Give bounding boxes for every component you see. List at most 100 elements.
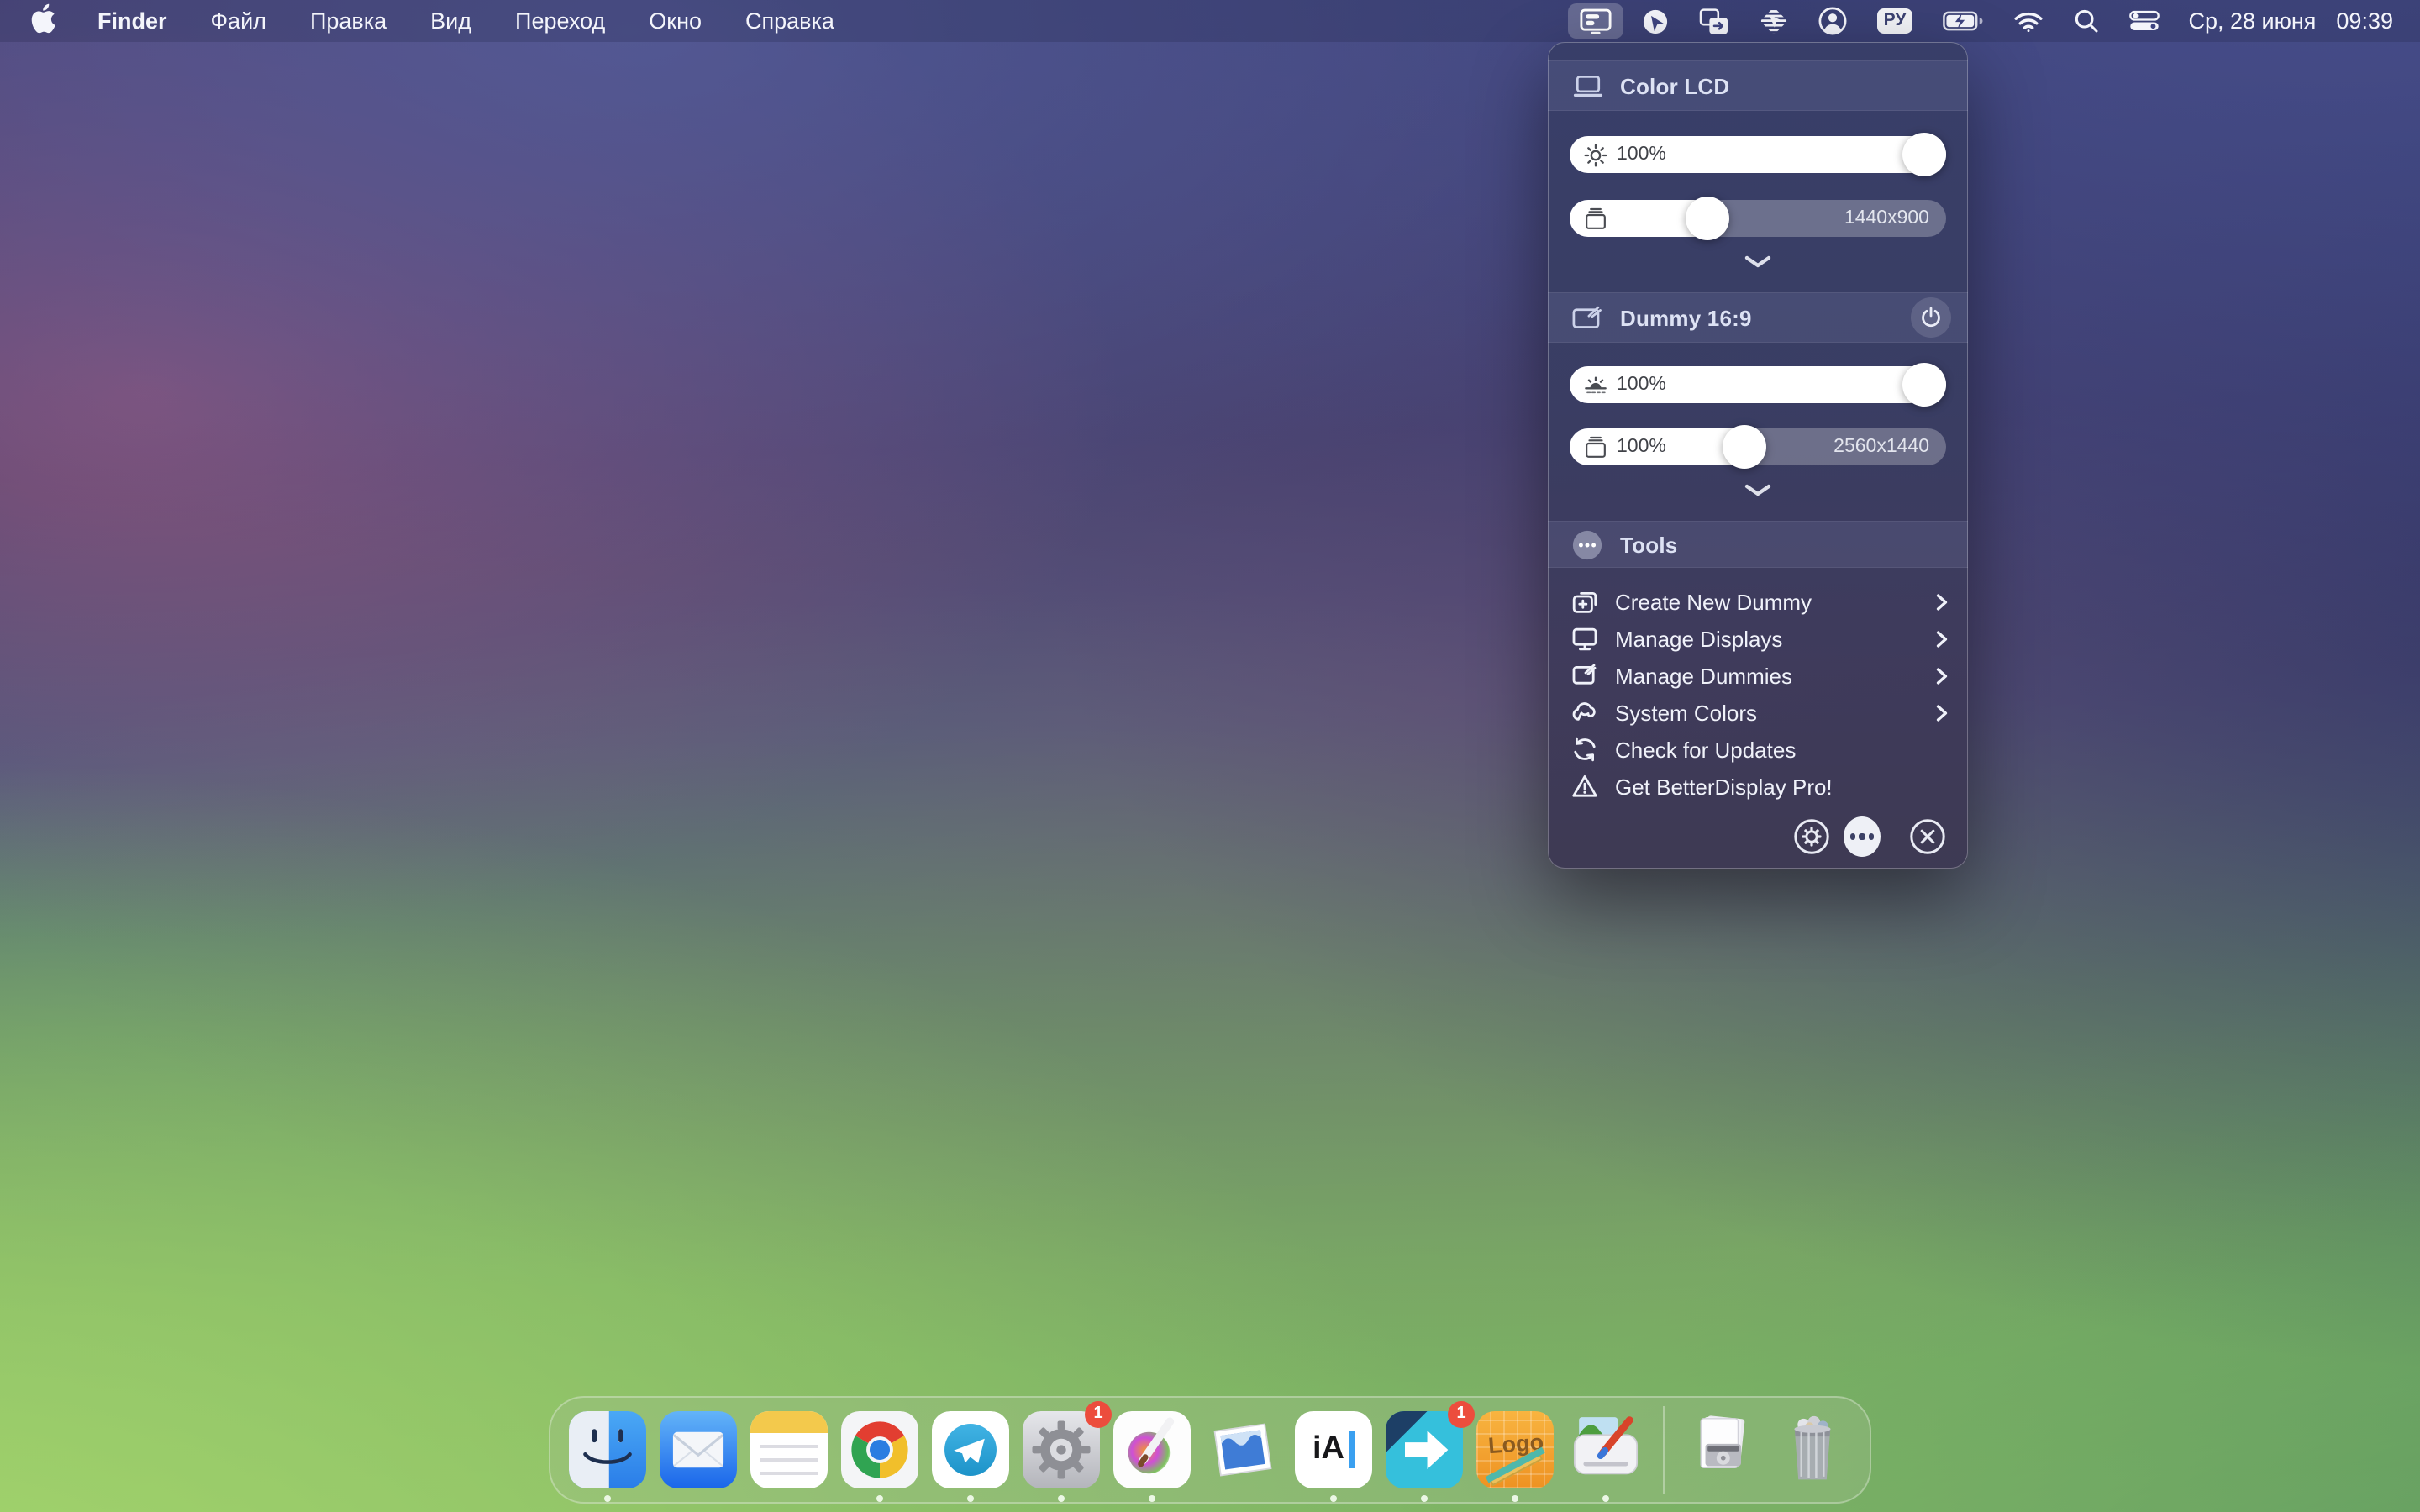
dock-item-mail[interactable] [656,1408,740,1492]
slider-knob[interactable] [1723,425,1766,469]
apple-menu[interactable] [30,0,76,42]
menubar-clock[interactable]: Ср, 28 июня 09:39 [2175,8,2403,34]
dock-item-logoist[interactable]: Logo [1473,1408,1557,1492]
dock-item-dmg-canvas[interactable] [1564,1408,1648,1492]
desktop: Finder Файл Правка Вид Переход Окно Спра… [0,0,2420,1512]
dock-item-disk-image-document[interactable] [1680,1408,1764,1492]
laptop-icon [1570,73,1605,98]
dock-item-telegram[interactable] [929,1408,1013,1492]
slider-knob[interactable] [1902,133,1946,176]
menu-app-name[interactable]: Finder [76,0,189,42]
wifi-menubar-item[interactable] [1998,0,2059,42]
manage-dummies-icon [1570,662,1600,689]
chevron-down-icon [1744,255,1771,269]
menu-item-manage-dummies[interactable]: Manage Dummies [1548,657,1968,694]
telegram-icon [932,1411,1009,1488]
running-indicator [604,1495,611,1502]
menu-edit[interactable]: Правка [288,0,408,42]
battery-menubar-item[interactable] [1928,0,1998,42]
dock-item-trash[interactable] [1770,1408,1854,1492]
dock-item-notes[interactable] [747,1408,831,1492]
close-button[interactable] [1909,818,1946,855]
system-colors-icon [1570,699,1600,726]
resolution-value: 1440x900 [1844,200,1929,237]
menubar-time: 09:39 [2336,8,2393,34]
slider-knob[interactable] [1686,197,1730,240]
apple-logo-icon [30,3,55,39]
dummy-display-icon [1570,304,1605,331]
ia-writer-logo-text: iA [1313,1431,1344,1468]
create-dummy-icon [1570,588,1600,615]
menu-item-system-colors[interactable]: System Colors [1548,694,1968,731]
dock-item-pixelmator[interactable] [1110,1408,1194,1492]
resolution-value: 2560x1440 [1833,428,1929,465]
running-indicator [1512,1495,1518,1502]
expand-section-dummy[interactable] [1548,479,1968,502]
notes-icon [750,1411,828,1488]
power-icon [1919,306,1943,329]
pixelmator-icon [1113,1411,1191,1488]
menu-item-manage-displays[interactable]: Manage Displays [1548,620,1968,657]
brightness-value: 100% [1617,366,1666,403]
running-indicator [967,1495,974,1502]
ellipsis-icon [1844,816,1881,857]
sunrise-icon [1583,366,1608,403]
dock-separator [1663,1406,1665,1494]
menu-go[interactable]: Переход [493,0,627,42]
dock-item-share-arrow-app[interactable]: 1 [1382,1408,1466,1492]
brightness-slider-dummy[interactable]: 100% [1570,366,1946,403]
keyboard-layout-menubar-item[interactable]: РУ [1862,0,1928,42]
pointer-device-icon [1760,7,1788,35]
resolution-slider-color-lcd[interactable]: 1440x900 [1570,200,1946,237]
pointer-device-menubar-item[interactable] [1744,0,1803,42]
dock-item-system-settings[interactable]: 1 [1019,1408,1103,1492]
betterdisplay-menubar-icon[interactable] [1565,0,1627,42]
tools-title: Tools [1620,532,1677,557]
panel-footer [1548,818,1968,858]
display-section-header-dummy: Dummy 16:9 [1548,292,1968,343]
slider-knob[interactable] [1902,363,1946,407]
tools-menu: Create New Dummy Manage Displays [1548,583,1968,805]
battery-charging-icon [1943,10,1983,32]
close-circle-icon [1909,818,1946,855]
resolution-icon [1583,428,1608,465]
settings-button[interactable] [1793,818,1830,855]
scale-value: 100% [1617,428,1666,465]
dock-item-chrome[interactable] [838,1408,922,1492]
dock-item-finder[interactable] [566,1408,650,1492]
image-viewer-icon [1204,1411,1281,1488]
running-indicator [1149,1495,1155,1502]
menu-help[interactable]: Справка [723,0,856,42]
screen-mirroring-menubar-item[interactable] [1684,0,1744,42]
dummy-power-button[interactable] [1911,297,1951,338]
dmg-canvas-icon [1567,1411,1644,1488]
user-account-icon [1818,7,1847,35]
search-menubar-item[interactable] [2059,0,2114,42]
trash-icon [1774,1411,1851,1488]
location-menubar-item[interactable] [1627,0,1684,42]
menu-item-get-betterdisplay-pro[interactable]: Get BetterDisplay Pro! [1548,768,1968,805]
menu-file[interactable]: Файл [189,0,288,42]
finder-icon [569,1411,646,1488]
menu-window[interactable]: Окно [627,0,723,42]
menu-bar: Finder Файл Правка Вид Переход Окно Спра… [0,0,2420,42]
control-center-menubar-item[interactable] [2114,0,2175,42]
dock-item-ia-writer[interactable]: iA [1292,1408,1376,1492]
mail-icon [660,1411,737,1488]
dock: 1 [549,1396,1871,1504]
dock-item-image-viewer[interactable] [1201,1408,1285,1492]
control-center-icon [2129,10,2160,32]
menu-view[interactable]: Вид [408,0,493,42]
chevron-right-icon [1936,666,1948,685]
display-title: Dummy 16:9 [1620,305,1752,330]
expand-section-color-lcd[interactable] [1548,250,1968,274]
brightness-slider-color-lcd[interactable]: 100% [1570,136,1946,173]
menu-item-create-new-dummy[interactable]: Create New Dummy [1548,583,1968,620]
gear-circle-icon [1793,818,1830,855]
more-button[interactable] [1844,818,1881,855]
resolution-icon [1583,200,1608,237]
user-account-menubar-item[interactable] [1803,0,1862,42]
resolution-slider-dummy[interactable]: 100% 2560x1440 [1570,428,1946,465]
ia-writer-icon: iA [1295,1411,1372,1488]
menu-item-check-for-updates[interactable]: Check for Updates [1548,731,1968,768]
